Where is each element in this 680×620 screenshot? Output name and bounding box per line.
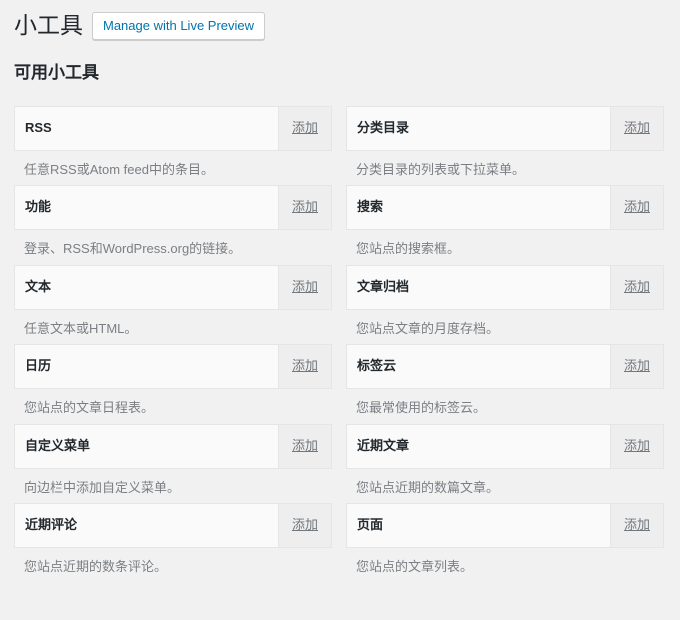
add-widget-button[interactable]: 添加 [610,106,663,150]
widget-title: 页面 [357,517,384,533]
add-widget-button[interactable]: 添加 [610,186,663,230]
widget-card[interactable]: 文章归档 添加 [346,264,664,310]
widget-card[interactable]: RSS 添加 [14,105,332,151]
widget-title: RSS [25,119,52,135]
add-widget-label: 添加 [623,278,650,294]
widget-title-area[interactable]: 文章归档 [347,265,610,309]
widget-entry: 日历 添加您站点的文章日程表。 [14,344,332,418]
widget-card[interactable]: 分类目录 添加 [346,105,664,151]
add-widget-label: 添加 [623,199,650,215]
add-widget-label: 添加 [291,517,318,533]
widget-entry: 页面 添加您站点的文章列表。 [346,503,664,577]
widget-entry: 文章归档 添加您站点文章的月度存档。 [346,264,664,339]
widget-title-area[interactable]: 近期评论 [15,504,278,548]
widget-entry: 搜索 添加您站点的搜索框。 [346,185,664,259]
add-widget-label: 添加 [291,358,318,374]
widget-description: 您站点近期的数篇文章。 [356,479,500,495]
add-widget-label: 添加 [291,199,318,215]
add-widget-label: 添加 [623,358,650,374]
widget-entry: RSS 添加任意RSS或Atom feed中的条目。 [14,105,332,180]
widget-column-right: 分类目录 添加 分类目录的列表或下拉菜单。 搜索 添加 您站点的搜索框。 文章归档 添加 您站点… [346,105,664,583]
widget-description: 登录、RSS和WordPress.org的链接。 [24,241,242,257]
widget-card[interactable]: 自定义菜单 添加 [14,423,332,469]
add-widget-button[interactable]: 添加 [610,504,663,548]
add-widget-button[interactable]: 添加 [278,106,331,150]
widget-title-area[interactable]: 功能 [15,186,278,230]
widget-description: 您站点的文章列表。 [356,559,474,575]
page-header: 小工具 Manage with Live Preview [14,0,666,42]
add-widget-label: 添加 [291,437,318,453]
widget-description: 任意RSS或Atom feed中的条目。 [24,161,214,177]
widget-card[interactable]: 标签云 添加 [346,344,664,390]
widget-entry: 近期评论 添加您站点近期的数条评论。 [14,503,332,577]
widget-title: 日历 [25,358,52,374]
add-widget-label: 添加 [623,437,650,453]
widget-title-area[interactable]: 近期文章 [347,424,610,468]
widget-title: 近期文章 [357,437,410,453]
widget-card[interactable]: 搜索 添加 [346,185,664,231]
widget-title-area[interactable]: 自定义菜单 [15,424,278,468]
widget-card[interactable]: 功能 添加 [14,185,332,231]
widget-card[interactable]: 页面 添加 [346,503,664,549]
available-widgets-grid: RSS 添加 任意RSS或Atom feed中的条目。 功能 添加 登录、RSS和Word… [14,105,666,583]
widget-title: 近期评论 [25,517,78,533]
add-widget-label: 添加 [291,278,318,294]
widget-title: 分类目录 [357,119,410,135]
widget-title: 搜索 [357,199,384,215]
widget-description: 您站点近期的数条评论。 [24,559,168,575]
widget-card[interactable]: 近期评论 添加 [14,503,332,549]
add-widget-button[interactable]: 添加 [278,424,331,468]
page-title: 小工具 [14,11,83,38]
widgets-admin-page: 小工具 Manage with Live Preview 可用小工具 RSS 添加… [0,0,680,620]
widget-description: 向边栏中添加自定义菜单。 [24,479,181,495]
add-widget-button[interactable]: 添加 [610,345,663,389]
manage-with-live-preview-button[interactable]: Manage with Live Preview [92,11,266,40]
widget-entry: 自定义菜单 添加向边栏中添加自定义菜单。 [14,423,332,498]
widget-title-area[interactable]: 标签云 [347,345,610,389]
widget-description: 您站点的文章日程表。 [24,400,155,416]
widget-card[interactable]: 近期文章 添加 [346,423,664,469]
widget-description: 任意文本或HTML。 [24,320,138,336]
widget-entry: 标签云 添加您最常使用的标签云。 [346,344,664,418]
available-widgets-heading: 可用小工具 [14,63,99,82]
widget-entry: 分类目录 添加分类目录的列表或下拉菜单。 [346,105,664,180]
add-widget-button[interactable]: 添加 [278,345,331,389]
add-widget-button[interactable]: 添加 [610,424,663,468]
widget-title: 文本 [25,278,52,294]
widget-entry: 近期文章 添加您站点近期的数篇文章。 [346,423,664,498]
widget-card[interactable]: 日历 添加 [14,344,332,390]
widget-description: 分类目录的列表或下拉菜单。 [356,161,526,177]
widget-title: 标签云 [357,358,397,374]
add-widget-button[interactable]: 添加 [610,265,663,309]
widget-title-area[interactable]: 页面 [347,504,610,548]
widget-title-area[interactable]: 文本 [15,265,278,309]
widget-entry: 文本 添加任意文本或HTML。 [14,264,332,339]
widget-entry: 功能 添加登录、RSS和WordPress.org的链接。 [14,185,332,259]
add-widget-label: 添加 [623,517,650,533]
widget-column-left: RSS 添加 任意RSS或Atom feed中的条目。 功能 添加 登录、RSS和Word… [14,105,332,583]
widget-title: 文章归档 [357,278,410,294]
widget-title-area[interactable]: 搜索 [347,186,610,230]
widget-card[interactable]: 文本 添加 [14,264,332,310]
add-widget-button[interactable]: 添加 [278,265,331,309]
widget-description: 您站点的搜索框。 [356,241,461,257]
widget-title-area[interactable]: RSS [15,106,278,150]
widget-description: 您最常使用的标签云。 [356,400,487,416]
add-widget-button[interactable]: 添加 [278,504,331,548]
widget-title-area[interactable]: 分类目录 [347,106,610,150]
widget-title: 功能 [25,199,52,215]
add-widget-label: 添加 [623,119,650,135]
widget-description: 您站点文章的月度存档。 [356,320,500,336]
add-widget-button[interactable]: 添加 [278,186,331,230]
widget-title-area[interactable]: 日历 [15,345,278,389]
add-widget-label: 添加 [291,119,318,135]
widget-title: 自定义菜单 [25,437,91,453]
